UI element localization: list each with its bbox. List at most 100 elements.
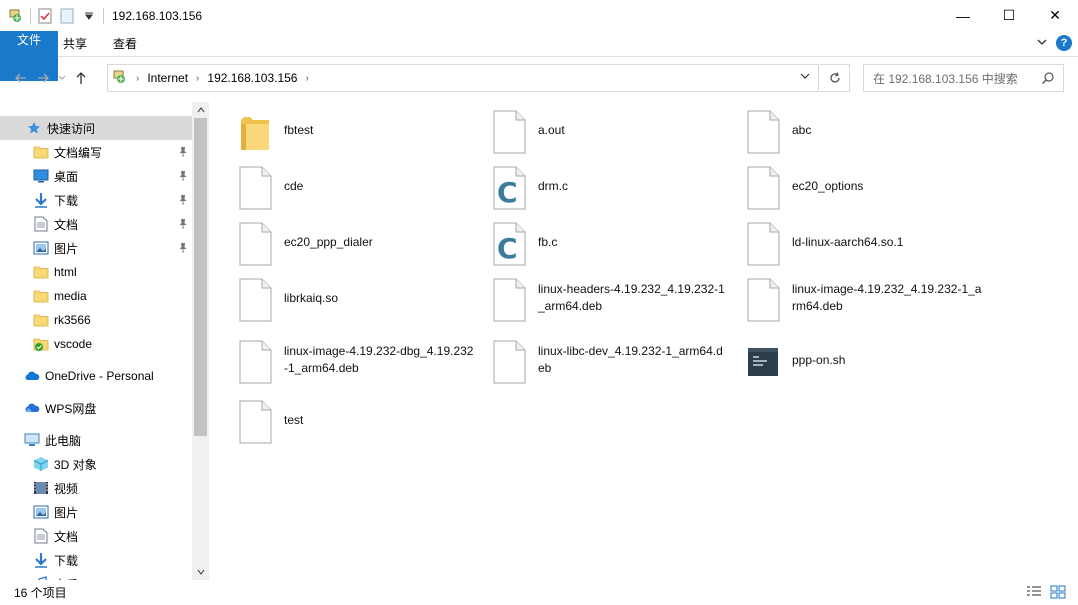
nav-label: 3D 对象	[54, 457, 97, 472]
breadcrumb-separator-icon[interactable]: ›	[196, 73, 199, 84]
scroll-up-arrow-icon[interactable]	[192, 102, 209, 118]
status-bar: 16 个项目	[0, 580, 1078, 605]
file-item[interactable]: ec20_ppp_dialer	[238, 222, 478, 272]
window-title: 192.168.103.156	[112, 8, 203, 23]
sidebar-item-this-pc[interactable]: 视频	[0, 476, 78, 500]
search-input[interactable]: 在 192.168.103.156 中搜索	[863, 64, 1064, 92]
file-item[interactable]: librkaiq.so	[238, 278, 478, 328]
file-item[interactable]: linux-image-4.19.232_4.19.232-1_arm64.de…	[746, 278, 986, 328]
svg-text:C: C	[497, 232, 518, 265]
sidebar-item-quick-access[interactable]: 图片	[0, 236, 192, 260]
breadcrumb-separator-icon[interactable]: ›	[305, 73, 308, 84]
sidebar-item-this-pc[interactable]: 图片	[0, 500, 78, 524]
tab-view[interactable]: 查看	[100, 31, 150, 56]
pin-icon[interactable]	[178, 194, 188, 209]
nav-label: WPS网盘	[45, 401, 97, 416]
document-icon	[33, 528, 49, 544]
onedrive-icon	[24, 368, 40, 384]
nav-quick-access[interactable]: 快速访问	[0, 116, 192, 140]
sidebar-item-quick-access[interactable]: 桌面	[0, 164, 192, 188]
scroll-down-arrow-icon[interactable]	[192, 564, 209, 580]
file-item[interactable]: cde	[238, 166, 478, 216]
forward-button[interactable]	[32, 67, 54, 89]
file-name: ec20_options	[792, 179, 864, 193]
file-icon	[492, 340, 526, 384]
file-item[interactable]: abc	[746, 110, 986, 160]
file-item[interactable]: fbtest	[238, 110, 478, 160]
address-dropdown-icon[interactable]	[800, 71, 810, 84]
picture-icon	[33, 240, 49, 256]
nav-label: 文档	[54, 217, 79, 232]
sidebar-item-this-pc[interactable]: 3D 对象	[0, 452, 97, 476]
sidebar-item-quick-access[interactable]: 文档编写	[0, 140, 192, 164]
file-icon	[746, 166, 780, 210]
breadcrumb-internet[interactable]: Internet	[147, 71, 188, 85]
breadcrumb-host[interactable]: 192.168.103.156	[207, 71, 297, 85]
sidebar-item-quick-access[interactable]: vscode	[0, 332, 192, 356]
sidebar-item-quick-access[interactable]: 文档	[0, 212, 192, 236]
file-item[interactable]: linux-libc-dev_4.19.232-1_arm64.deb	[492, 340, 732, 390]
scrollbar-thumb[interactable]	[194, 118, 207, 436]
ribbon-right-controls: ?	[1036, 35, 1072, 51]
3d-objects-icon	[33, 456, 49, 472]
file-item[interactable]: ppp-on.sh	[746, 340, 986, 390]
file-item[interactable]: a.out	[492, 110, 732, 160]
file-item[interactable]: ld-linux-aarch64.so.1	[746, 222, 986, 272]
sidebar-item-quick-access[interactable]: html	[0, 260, 192, 284]
nav-onedrive[interactable]: OneDrive - Personal	[0, 364, 154, 388]
file-item[interactable]: Cfb.c	[492, 222, 732, 272]
forward-arrow-icon	[38, 73, 49, 83]
file-item[interactable]: test	[238, 400, 478, 450]
folder-icon	[33, 312, 49, 328]
details-view-icon[interactable]	[1026, 585, 1042, 602]
star-icon	[26, 120, 42, 136]
file-item[interactable]: ec20_options	[746, 166, 986, 216]
search-placeholder: 在 192.168.103.156 中搜索	[873, 71, 1018, 86]
maximize-button[interactable]: ☐	[986, 0, 1032, 31]
address-bar[interactable]: › Internet › 192.168.103.156 ›	[107, 64, 819, 92]
sidebar-item-this-pc[interactable]: 音乐	[0, 572, 78, 580]
up-button[interactable]	[70, 67, 92, 89]
file-icon	[746, 222, 780, 266]
customize-dropdown-icon[interactable]	[81, 8, 97, 24]
file-name: cde	[284, 179, 304, 193]
pin-icon[interactable]	[178, 242, 188, 257]
file-item[interactable]: Cdrm.c	[492, 166, 732, 216]
file-icon	[238, 222, 272, 266]
sidebar-item-this-pc[interactable]: 文档	[0, 524, 78, 548]
nav-scrollbar[interactable]	[192, 102, 209, 580]
sidebar-item-quick-access[interactable]: media	[0, 284, 192, 308]
download-icon	[33, 552, 49, 568]
svg-text:C: C	[497, 176, 518, 209]
back-button[interactable]	[10, 67, 32, 89]
nav-label: 视频	[54, 481, 79, 496]
refresh-icon	[829, 72, 840, 83]
sidebar-item-quick-access[interactable]: 下载	[0, 188, 192, 212]
search-icon[interactable]	[1041, 71, 1055, 88]
help-icon[interactable]: ?	[1056, 35, 1072, 51]
file-icon	[238, 400, 272, 444]
nav-label: vscode	[54, 337, 93, 351]
pin-icon[interactable]	[178, 218, 188, 233]
breadcrumb-separator-icon[interactable]: ›	[136, 73, 139, 84]
nav-this-pc[interactable]: 此电脑	[0, 428, 81, 452]
file-name: ppp-on.sh	[792, 353, 846, 367]
close-button[interactable]: ✕	[1032, 0, 1078, 31]
expand-ribbon-icon[interactable]	[1036, 36, 1048, 51]
properties-icon[interactable]	[37, 8, 53, 24]
pin-icon[interactable]	[178, 170, 188, 185]
recent-locations-button[interactable]	[54, 67, 70, 89]
minimize-button[interactable]: —	[940, 0, 986, 31]
file-item[interactable]: linux-headers-4.19.232_4.19.232-1_arm64.…	[492, 278, 732, 328]
large-icons-view-icon[interactable]	[1050, 585, 1066, 602]
pin-icon[interactable]	[178, 146, 188, 161]
new-folder-icon[interactable]	[59, 8, 75, 24]
file-name: fb.c	[538, 235, 558, 249]
window-controls: — ☐ ✕	[940, 0, 1078, 31]
refresh-button[interactable]	[820, 64, 850, 92]
c-source-file-icon: C	[492, 166, 526, 210]
sidebar-item-this-pc[interactable]: 下载	[0, 548, 78, 572]
file-item[interactable]: linux-image-4.19.232-dbg_4.19.232-1_arm6…	[238, 340, 478, 390]
nav-wps-drive[interactable]: WPS网盘	[0, 396, 96, 420]
sidebar-item-quick-access[interactable]: rk3566	[0, 308, 192, 332]
